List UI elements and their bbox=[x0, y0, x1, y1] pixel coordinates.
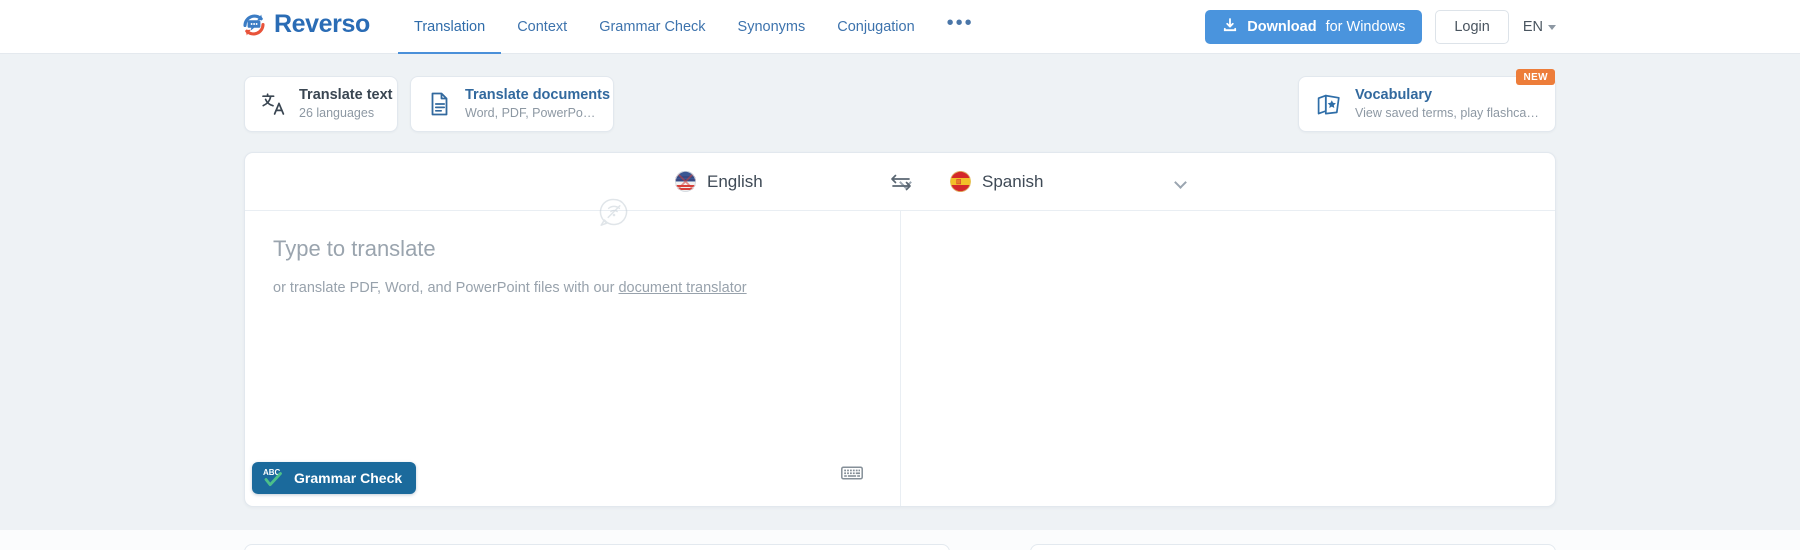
bottom-card-left[interactable] bbox=[244, 544, 950, 550]
mode-card-translate-documents[interactable]: Translate documents Word, PDF, PowerPoin… bbox=[410, 76, 614, 132]
target-language-selector[interactable]: Spanish bbox=[950, 171, 1187, 192]
flashcards-star-icon bbox=[1315, 91, 1343, 117]
source-language-name: English bbox=[707, 171, 763, 191]
document-translator-link[interactable]: document translator bbox=[618, 280, 746, 296]
mode-card-title: Vocabulary bbox=[1355, 87, 1433, 104]
header-actions: Download for Windows Login EN bbox=[1205, 0, 1556, 54]
download-for-windows-button[interactable]: Download for Windows bbox=[1205, 10, 1423, 44]
mode-card-title: Translate text bbox=[299, 87, 393, 104]
nav-more-menu-button[interactable]: ••• bbox=[931, 0, 990, 54]
document-translator-hint: or translate PDF, Word, and PowerPoint f… bbox=[273, 280, 872, 296]
flag-us-uk-icon bbox=[675, 171, 696, 192]
bottom-card-right[interactable] bbox=[1030, 544, 1556, 550]
mode-card-title: Translate documents bbox=[465, 87, 611, 104]
source-text-placeholder: Type to translate bbox=[273, 236, 436, 261]
target-language-name: Spanish bbox=[982, 171, 1044, 191]
mode-card-subtitle: View saved terms, play flashcards… bbox=[1355, 106, 1539, 121]
grammar-check-label: Grammar Check bbox=[294, 470, 403, 486]
reverso-translator-page: Reverso Translation Context Grammar Chec… bbox=[0, 0, 1800, 550]
translator-panel: English Spanish Type to translate or tra… bbox=[244, 152, 1556, 507]
translation-panes: Type to translate or translate PDF, Word… bbox=[245, 211, 1555, 506]
translate-text-icon bbox=[261, 91, 287, 117]
flag-es-icon bbox=[950, 171, 971, 192]
nav-item-grammar-check[interactable]: Grammar Check bbox=[583, 0, 721, 54]
nav-item-label: Conjugation bbox=[837, 19, 915, 35]
ui-language-label: EN bbox=[1522, 19, 1543, 35]
nav-item-translation[interactable]: Translation bbox=[398, 0, 502, 54]
swap-languages-button[interactable] bbox=[885, 166, 917, 198]
reverso-logo-icon bbox=[240, 11, 268, 39]
abc-check-icon: ABC bbox=[262, 466, 286, 491]
download-icon bbox=[1222, 17, 1238, 37]
nav-item-label: Translation bbox=[414, 19, 486, 35]
keyboard-icon[interactable] bbox=[841, 465, 863, 486]
mode-card-texts: Vocabulary View saved terms, play flashc… bbox=[1355, 87, 1539, 120]
nav-item-label: Synonyms bbox=[737, 19, 806, 35]
nav-item-label: Grammar Check bbox=[599, 19, 706, 35]
swap-arrows-icon bbox=[891, 174, 911, 190]
mode-card-texts: Translate text 26 languages bbox=[299, 87, 393, 121]
mode-cards-row: Translate text 26 languages Translate do… bbox=[0, 69, 1800, 132]
nav-item-label: Context bbox=[517, 19, 568, 35]
mode-card-subtitle: Word, PDF, PowerPoint, ... bbox=[465, 106, 597, 121]
mode-card-vocabulary[interactable]: NEW Vocabulary View saved terms, play fl… bbox=[1298, 69, 1556, 132]
nav-item-context[interactable]: Context bbox=[501, 0, 583, 54]
site-header: Reverso Translation Context Grammar Chec… bbox=[0, 0, 1800, 54]
target-text-pane bbox=[901, 211, 1555, 506]
ui-language-switcher[interactable]: EN bbox=[1523, 19, 1556, 35]
login-button[interactable]: Login bbox=[1435, 10, 1509, 44]
nav-item-synonyms[interactable]: Synonyms bbox=[722, 0, 822, 54]
new-badge: NEW bbox=[1516, 69, 1555, 85]
download-label-rest: for Windows bbox=[1325, 19, 1406, 35]
language-selection-bar: English Spanish bbox=[245, 153, 1555, 211]
document-icon bbox=[427, 91, 453, 117]
login-label: Login bbox=[1454, 19, 1490, 35]
mode-card-texts: Translate documents Word, PDF, PowerPoin… bbox=[465, 87, 611, 121]
mode-card-translate-text[interactable]: Translate text 26 languages bbox=[244, 76, 398, 132]
download-label-strong: Download bbox=[1247, 19, 1317, 35]
reverso-logo[interactable]: Reverso bbox=[240, 10, 370, 39]
source-language-selector[interactable]: English bbox=[675, 171, 912, 192]
chevron-down-icon bbox=[1174, 175, 1187, 189]
nav-item-conjugation[interactable]: Conjugation bbox=[821, 0, 930, 54]
caret-down-icon bbox=[1548, 24, 1556, 30]
main-navigation: Translation Context Grammar Check Synony… bbox=[398, 0, 990, 54]
hint-prefix-text: or translate PDF, Word, and PowerPoint f… bbox=[273, 279, 619, 296]
ellipsis-icon: ••• bbox=[946, 12, 974, 34]
brand-name: Reverso bbox=[274, 10, 370, 38]
grammar-check-button[interactable]: ABC Grammar Check bbox=[252, 462, 417, 494]
speech-bubble-offline-icon bbox=[597, 195, 631, 234]
mode-card-subtitle: 26 languages bbox=[299, 106, 375, 121]
